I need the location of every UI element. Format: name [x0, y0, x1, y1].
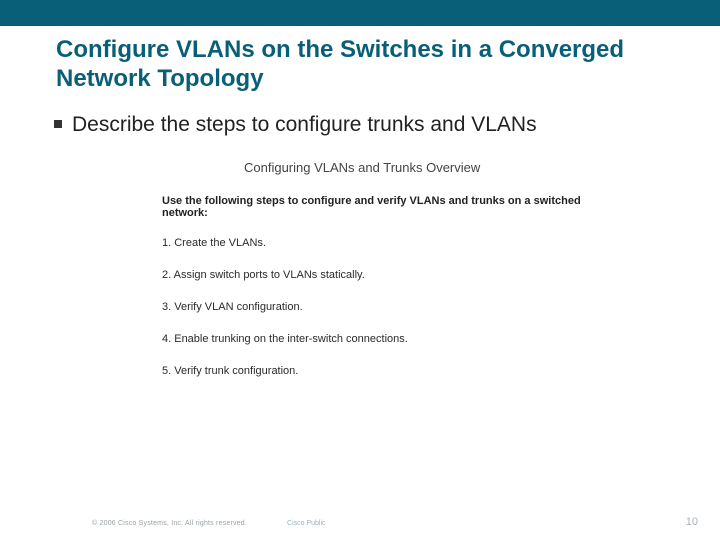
overview-title: Configuring VLANs and Trunks Overview	[244, 160, 624, 175]
list-item: 5. Verify trunk configuration.	[162, 365, 624, 377]
square-bullet-icon	[54, 120, 62, 128]
list-item: 3. Verify VLAN configuration.	[162, 301, 624, 313]
list-item: 2. Assign switch ports to VLANs statical…	[162, 269, 624, 281]
page-number: 10	[686, 516, 698, 528]
list-item: 1. Create the VLANs.	[162, 237, 624, 249]
header-bar	[0, 0, 720, 26]
footer: © 2006 Cisco Systems, Inc. All rights re…	[0, 516, 720, 528]
list-item: 4. Enable trunking on the inter-switch c…	[162, 333, 624, 345]
bullet-text: Describe the steps to configure trunks a…	[72, 112, 537, 138]
content-area: Configure VLANs on the Switches in a Con…	[0, 26, 720, 377]
bullet-item: Describe the steps to configure trunks a…	[54, 112, 664, 138]
copyright-text: © 2006 Cisco Systems, Inc. All rights re…	[92, 520, 247, 527]
slide-title: Configure VLANs on the Switches in a Con…	[56, 36, 664, 94]
overview-block: Configuring VLANs and Trunks Overview Us…	[162, 160, 624, 377]
footer-label: Cisco Public	[287, 520, 326, 527]
overview-intro: Use the following steps to configure and…	[162, 195, 624, 219]
slide: Configure VLANs on the Switches in a Con…	[0, 0, 720, 540]
